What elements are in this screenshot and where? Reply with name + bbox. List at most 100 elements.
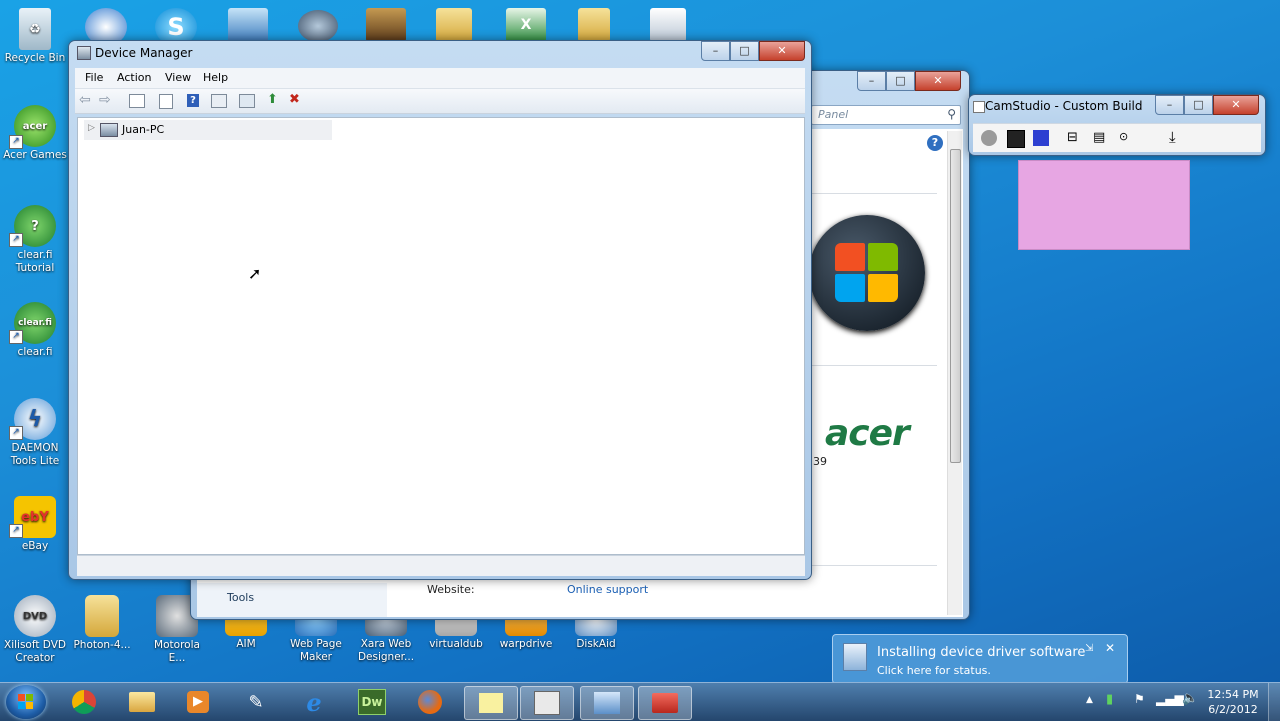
desktop-icon-label: DiskAid bbox=[576, 638, 616, 650]
forward-arrow-icon[interactable]: ⇨ bbox=[99, 92, 111, 108]
maximize-button[interactable]: □ bbox=[730, 41, 759, 61]
desktop-icon-label: DAEMON Tools Lite bbox=[10, 442, 60, 467]
close-icon[interactable]: ✕ bbox=[1105, 641, 1115, 655]
minimize-button[interactable]: – bbox=[857, 71, 886, 91]
desktop-icon-ebay[interactable]: ebY ↗ eBay bbox=[3, 496, 67, 553]
window-title: CamStudio - Custom Build bbox=[985, 99, 1143, 113]
scrollbar-thumb[interactable] bbox=[950, 149, 961, 463]
mouse-cursor-icon: ➚ bbox=[248, 264, 262, 283]
help-icon[interactable]: ? bbox=[187, 94, 199, 107]
taskbar-chrome[interactable] bbox=[58, 686, 110, 718]
firefox-icon bbox=[418, 690, 442, 714]
search-input[interactable]: Panel ⚲ bbox=[811, 105, 961, 125]
website-label: Website: bbox=[427, 583, 475, 596]
folder-icon[interactable] bbox=[578, 8, 610, 42]
minimize-button[interactable]: – bbox=[701, 41, 730, 61]
close-button[interactable]: ✕ bbox=[1213, 95, 1259, 115]
taskbar-device-manager[interactable] bbox=[638, 686, 692, 720]
close-button[interactable]: ✕ bbox=[915, 71, 961, 91]
menu-view[interactable]: View bbox=[165, 71, 191, 84]
show-hidden-icons-icon[interactable]: ▲ bbox=[1086, 695, 1093, 705]
minimize-to-tray-icon[interactable]: ⤓ bbox=[1169, 128, 1176, 146]
swf-icon[interactable]: ⊙ bbox=[1119, 130, 1128, 143]
uninstall-icon[interactable]: ✖ bbox=[289, 92, 300, 107]
desktop-icon-clearfi-tutorial[interactable]: ? ↗ clear.fi Tutorial bbox=[3, 205, 67, 275]
camstudio-window[interactable]: CamStudio - Custom Build – □ ✕ ⊟ ▤ ⊙ ⤓ bbox=[968, 94, 1266, 156]
shortcut-arrow-icon: ↗ bbox=[9, 233, 23, 247]
taskbar: ▶ ✎ e Dw ▲ ▮ ⚑ ▂▄▆ 🔈 12:54 PM 6/2/2012 bbox=[0, 682, 1280, 721]
divider bbox=[807, 193, 937, 194]
show-desktop-button[interactable] bbox=[1268, 683, 1280, 721]
desktop-icon-label: Xilisoft DVD Creator bbox=[4, 639, 66, 664]
record-icon[interactable] bbox=[981, 130, 997, 146]
expand-arrow-icon[interactable]: ▷ bbox=[88, 123, 95, 133]
app-icon-r[interactable] bbox=[298, 10, 338, 42]
desktop-icon-photon[interactable]: Photon-4... bbox=[70, 595, 134, 652]
close-button[interactable]: ✕ bbox=[759, 41, 805, 61]
clock[interactable]: 12:54 PM 6/2/2012 bbox=[1202, 687, 1264, 717]
region-icon[interactable]: ⊟ bbox=[1067, 130, 1078, 145]
desktop-icon-xilisoft[interactable]: DVD Xilisoft DVD Creator bbox=[3, 595, 67, 665]
menu-file[interactable]: File bbox=[85, 71, 103, 84]
menu-help[interactable]: Help bbox=[203, 71, 228, 84]
desktop-icon-label: Photon-4... bbox=[73, 639, 131, 651]
network-icon[interactable]: ▂▄▆ bbox=[1156, 692, 1184, 706]
notification-balloon[interactable]: Installing device driver software Click … bbox=[832, 634, 1128, 684]
status-bar bbox=[77, 555, 805, 576]
start-button[interactable] bbox=[6, 685, 46, 719]
stop-icon[interactable] bbox=[1033, 130, 1049, 146]
dreamweaver-icon: Dw bbox=[358, 689, 386, 715]
app-icon-animal[interactable] bbox=[366, 8, 406, 42]
device-tree: ▷ Juan-PC ➚ bbox=[77, 117, 805, 555]
computer-icon bbox=[100, 123, 118, 137]
device-manager-window[interactable]: Device Manager – □ ✕ File Action View He… bbox=[68, 40, 812, 580]
sticky-note[interactable] bbox=[1018, 160, 1190, 250]
battery-icon[interactable]: ▮ bbox=[1106, 692, 1113, 707]
tree-root-row[interactable]: ▷ Juan-PC bbox=[84, 120, 332, 140]
scan-hardware-icon[interactable] bbox=[239, 94, 255, 108]
shortcut-arrow-icon: ↗ bbox=[9, 135, 23, 149]
taskbar-camstudio[interactable] bbox=[520, 686, 574, 720]
show-hide-tree-icon[interactable] bbox=[129, 94, 145, 108]
desktop-icon-label: Xara Web Designer... bbox=[357, 638, 415, 663]
desktop-icon-recycle-bin[interactable]: ♻ Recycle Bin bbox=[3, 8, 67, 65]
taskbar-ie[interactable]: e bbox=[288, 686, 340, 718]
desktop-icon-acer-games[interactable]: acer ↗ Acer Games bbox=[3, 105, 67, 162]
volume-icon[interactable]: 🔈 bbox=[1182, 691, 1198, 706]
device-manager-icon bbox=[77, 46, 91, 60]
shortcut-arrow-icon: ↗ bbox=[9, 524, 23, 538]
desktop-icon-clearfi[interactable]: clear.fi ↗ clear.fi bbox=[3, 302, 67, 359]
divider bbox=[807, 565, 937, 566]
back-arrow-icon[interactable]: ⇦ bbox=[79, 92, 91, 108]
taskbar-sticky-notes[interactable] bbox=[464, 686, 518, 720]
search-icon: ⚲ bbox=[947, 107, 956, 121]
desktop-icon-label: warpdrive bbox=[499, 638, 553, 650]
taskbar-app[interactable]: ✎ bbox=[230, 686, 282, 718]
properties-icon[interactable] bbox=[159, 94, 173, 109]
desktop-icon-label: clear.fi Tutorial bbox=[15, 249, 55, 274]
taskbar-media-player[interactable]: ▶ bbox=[172, 686, 224, 718]
help-icon[interactable]: ? bbox=[927, 135, 943, 151]
taskbar-dreamweaver[interactable]: Dw bbox=[346, 686, 398, 718]
folder-icon bbox=[85, 595, 119, 637]
maximize-button[interactable]: □ bbox=[886, 71, 915, 91]
minimize-button[interactable]: – bbox=[1155, 95, 1184, 115]
taskbar-control-panel[interactable] bbox=[580, 686, 634, 720]
view-icon[interactable] bbox=[211, 94, 227, 108]
desktop-icon-daemon-tools[interactable]: ϟ ↗ DAEMON Tools Lite bbox=[3, 398, 67, 468]
maximize-button[interactable]: □ bbox=[1184, 95, 1213, 115]
pin-icon[interactable]: ⇲ bbox=[1085, 643, 1093, 654]
website-link[interactable]: Online support bbox=[567, 583, 648, 596]
taskbar-firefox[interactable] bbox=[404, 686, 456, 718]
update-driver-icon[interactable]: ⬆ bbox=[267, 92, 278, 107]
options-icon[interactable]: ▤ bbox=[1093, 130, 1105, 145]
itunes-file-icon[interactable] bbox=[650, 8, 686, 42]
menu-action[interactable]: Action bbox=[117, 71, 151, 84]
folder-icon[interactable] bbox=[436, 8, 472, 42]
pause-icon[interactable] bbox=[1007, 130, 1025, 148]
taskbar-explorer[interactable] bbox=[116, 686, 168, 718]
computer-icon[interactable] bbox=[228, 8, 268, 42]
action-center-icon[interactable]: ⚑ bbox=[1134, 692, 1145, 706]
excel-icon[interactable]: X bbox=[506, 8, 546, 42]
scrollbar[interactable] bbox=[947, 131, 962, 615]
